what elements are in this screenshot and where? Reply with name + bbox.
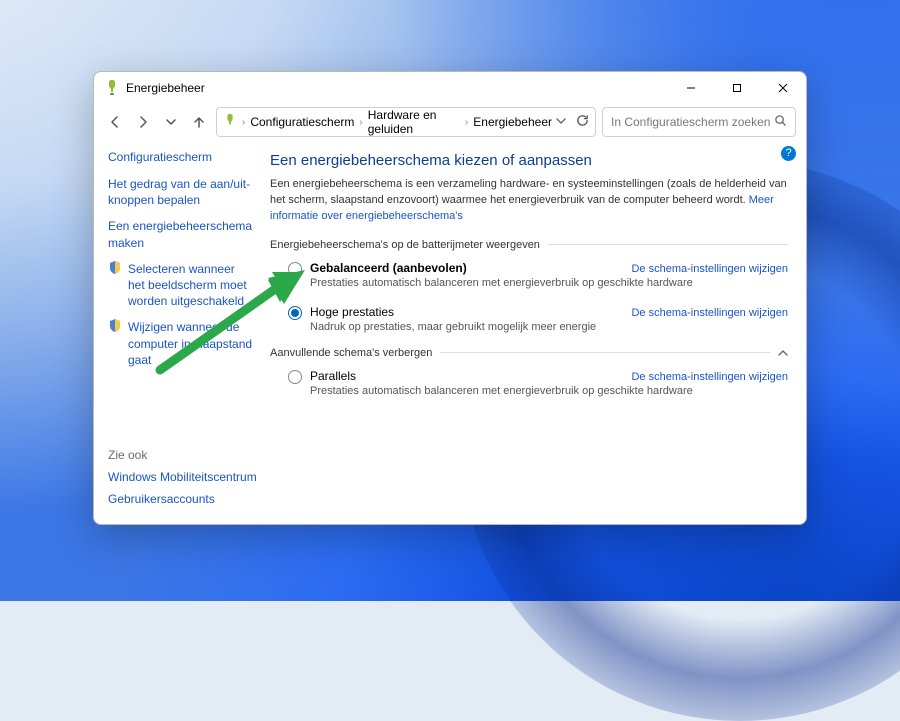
sidebar-item-create-plan[interactable]: Een energiebeheerschema maken (108, 218, 254, 250)
sidebar-item-label: Een energiebeheerschema maken (108, 218, 254, 250)
toolbar: › Configuratiescherm › Hardware en gelui… (94, 104, 806, 140)
search-input[interactable]: In Configuratiescherm zoeken (602, 107, 796, 137)
change-plan-settings-link[interactable]: De schema-instellingen wijzigen (631, 307, 788, 319)
sidebar-item-label: Het gedrag van de aan/uit-knoppen bepale… (108, 176, 254, 208)
plan-description: Prestaties automatisch balanceren met en… (310, 277, 788, 289)
see-also-link-mobility[interactable]: Windows Mobiliteitscentrum (108, 470, 258, 484)
chevron-right-icon: › (241, 117, 246, 128)
annotation-arrow (50, 260, 310, 380)
plan-name[interactable]: Parallels (310, 369, 356, 383)
address-bar[interactable]: › Configuratiescherm › Hardware en gelui… (216, 107, 596, 137)
app-icon (104, 80, 120, 96)
forward-button[interactable] (132, 111, 154, 133)
chevron-right-icon: › (464, 117, 469, 128)
collapse-icon (778, 348, 788, 358)
minimize-button[interactable] (668, 72, 714, 104)
back-button[interactable] (104, 111, 126, 133)
titlebar: Energiebeheer (94, 72, 806, 104)
plans-group-header: Energiebeheerschema's op de batterijmete… (270, 239, 788, 251)
divider (548, 244, 788, 245)
path-icon (223, 114, 237, 131)
help-button[interactable]: ? (781, 146, 796, 161)
up-button[interactable] (188, 111, 210, 133)
search-icon (774, 114, 787, 130)
sidebar-item-wake-buttons[interactable]: Het gedrag van de aan/uit-knoppen bepale… (108, 176, 254, 208)
plan-description: Prestaties automatisch balanceren met en… (310, 385, 788, 397)
see-also-section: Zie ook Windows Mobiliteitscentrum Gebru… (108, 448, 258, 514)
window-title: Energiebeheer (126, 81, 205, 95)
see-also-link-accounts[interactable]: Gebruikersaccounts (108, 492, 258, 506)
plan-name[interactable]: Hoge prestaties (310, 305, 394, 319)
page-title: Een energiebeheerschema kiezen of aanpas… (270, 152, 788, 169)
change-plan-settings-link[interactable]: De schema-instellingen wijzigen (631, 263, 788, 275)
close-button[interactable] (760, 72, 806, 104)
breadcrumb-item[interactable]: Energiebeheer (473, 115, 552, 129)
maximize-button[interactable] (714, 72, 760, 104)
recent-locations-button[interactable] (160, 111, 182, 133)
main-content: ? Een energiebeheerschema kiezen of aanp… (262, 140, 806, 524)
chevron-right-icon: › (358, 117, 363, 128)
breadcrumb-item[interactable]: Configuratiescherm (250, 115, 354, 129)
plan-description: Nadruk op prestaties, maar gebruikt moge… (310, 321, 788, 333)
divider (440, 352, 770, 353)
see-also-header: Zie ook (108, 448, 258, 462)
page-description: Een energiebeheerschema is een verzameli… (270, 177, 788, 225)
search-placeholder: In Configuratiescherm zoeken (611, 115, 770, 129)
plan-name[interactable]: Gebalanceerd (aanbevolen) (310, 261, 467, 275)
page-description-text: Een energiebeheerschema is een verzameli… (270, 178, 787, 206)
group-header-label: Energiebeheerschema's op de batterijmete… (270, 239, 540, 251)
address-dropdown-button[interactable] (556, 115, 566, 129)
change-plan-settings-link[interactable]: De schema-instellingen wijzigen (631, 371, 788, 383)
additional-plans-header[interactable]: Aanvullende schema's verbergen (270, 347, 788, 359)
power-plan-parallels: Parallels De schema-instellingen wijzige… (270, 367, 788, 399)
power-plan-balanced: Gebalanceerd (aanbevolen) De schema-inst… (270, 259, 788, 291)
control-panel-home-link[interactable]: Configuratiescherm (108, 150, 254, 164)
power-plan-high-performance: Hoge prestaties De schema-instellingen w… (270, 303, 788, 335)
refresh-button[interactable] (576, 114, 589, 130)
breadcrumb-item[interactable]: Hardware en geluiden (368, 108, 460, 136)
